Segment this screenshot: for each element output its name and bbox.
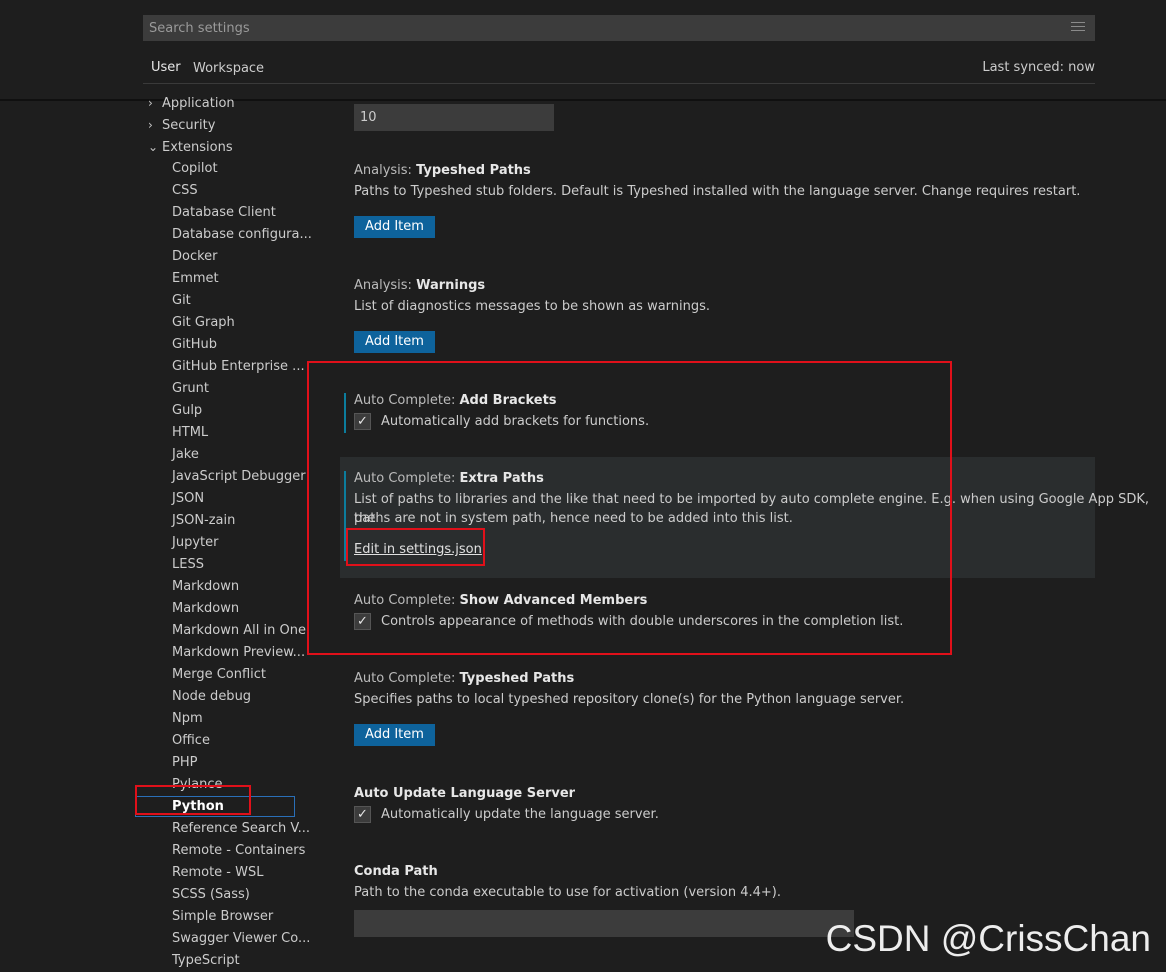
setting-description: Specifies paths to local typeshed reposi… bbox=[354, 692, 905, 707]
filter-list-icon[interactable] bbox=[1071, 22, 1085, 34]
conda-path-input[interactable] bbox=[354, 910, 854, 937]
toc-item-remote-containers-31[interactable]: Remote - Containers bbox=[172, 840, 305, 862]
toc-item-html-12[interactable]: HTML bbox=[172, 422, 208, 444]
toc-item-javascript-debugger-14[interactable]: JavaScript Debugger bbox=[172, 466, 306, 488]
toc-item-gulp-11[interactable]: Gulp bbox=[172, 400, 202, 422]
toc-item-json-15[interactable]: JSON bbox=[172, 488, 204, 510]
chevron-right-icon: › bbox=[148, 96, 153, 110]
toc-item-grunt-10[interactable]: Grunt bbox=[172, 378, 209, 400]
toc-group-extensions[interactable]: ⌄ Extensions bbox=[148, 136, 233, 158]
search-settings-box[interactable] bbox=[143, 15, 1095, 41]
toc-item-git-graph-7[interactable]: Git Graph bbox=[172, 312, 235, 334]
toc-group-security[interactable]: › Security bbox=[148, 114, 215, 136]
toc-item-swagger-viewer-co-35[interactable]: Swagger Viewer Co... bbox=[172, 928, 310, 950]
toc-item-php-27[interactable]: PHP bbox=[172, 752, 197, 774]
tab-workspace[interactable]: Workspace bbox=[193, 61, 264, 76]
toc-item-database-client-2[interactable]: Database Client bbox=[172, 202, 276, 224]
toc-item-markdown-19[interactable]: Markdown bbox=[172, 576, 239, 598]
checkbox-label: Automatically update the language server… bbox=[381, 807, 659, 822]
annotation-box-auto-complete bbox=[307, 361, 952, 655]
toc-item-json-zain-16[interactable]: JSON-zain bbox=[172, 510, 235, 532]
add-item-button[interactable]: Add Item bbox=[354, 216, 435, 238]
toc-item-markdown-20[interactable]: Markdown bbox=[172, 598, 239, 620]
toc-item-github-enterprise-9[interactable]: GitHub Enterprise ... bbox=[172, 356, 305, 378]
toc-item-git-6[interactable]: Git bbox=[172, 290, 191, 312]
toc-item-scss-sass-33[interactable]: SCSS (Sass) bbox=[172, 884, 250, 906]
toc-item-merge-conflict-23[interactable]: Merge Conflict bbox=[172, 664, 266, 686]
toc-item-jupyter-17[interactable]: Jupyter bbox=[172, 532, 218, 554]
check-icon: ✓ bbox=[357, 807, 368, 822]
toc-item-emmet-5[interactable]: Emmet bbox=[172, 268, 219, 290]
toc-item-markdown-preview-22[interactable]: Markdown Preview... bbox=[172, 642, 305, 664]
setting-title-auto-update: Auto Update Language Server bbox=[354, 786, 576, 801]
toc-item-typescript-36[interactable]: TypeScript bbox=[172, 950, 240, 972]
toc-item-database-configura-3[interactable]: Database configura... bbox=[172, 224, 312, 246]
toc-item-github-8[interactable]: GitHub bbox=[172, 334, 217, 356]
setting-title-typeshed-paths: Analysis: Typeshed Paths bbox=[354, 163, 531, 178]
annotation-box-python bbox=[135, 785, 251, 815]
tab-user[interactable]: User bbox=[151, 60, 181, 75]
setting-title-warnings: Analysis: Warnings bbox=[354, 278, 486, 293]
checkbox-auto-update[interactable]: ✓ bbox=[354, 806, 371, 823]
number-input[interactable]: 10 bbox=[354, 104, 554, 131]
add-item-button[interactable]: Add Item bbox=[354, 331, 435, 353]
setting-description: Paths to Typeshed stub folders. Default … bbox=[354, 184, 1081, 199]
chevron-right-icon: › bbox=[148, 118, 153, 132]
sync-status: Last synced: now bbox=[982, 60, 1095, 75]
toc-item-css-1[interactable]: CSS bbox=[172, 180, 198, 202]
toc-item-node-debug-24[interactable]: Node debug bbox=[172, 686, 251, 708]
toc-item-remote-wsl-32[interactable]: Remote - WSL bbox=[172, 862, 263, 884]
setting-title-conda-path: Conda Path bbox=[354, 864, 438, 879]
watermark: CSDN @CrissChan bbox=[825, 918, 1151, 959]
toc-item-docker-4[interactable]: Docker bbox=[172, 246, 218, 268]
setting-description: List of diagnostics messages to be shown… bbox=[354, 299, 711, 314]
add-item-button[interactable]: Add Item bbox=[354, 724, 435, 746]
toc-item-reference-search-v-30[interactable]: Reference Search V... bbox=[172, 818, 310, 840]
toc-item-office-26[interactable]: Office bbox=[172, 730, 210, 752]
setting-title-autocomplete-typeshed-paths: Auto Complete: Typeshed Paths bbox=[354, 671, 575, 686]
toc-group-application[interactable]: › Application bbox=[148, 92, 235, 114]
header-divider bbox=[143, 83, 1095, 84]
setting-description: Path to the conda executable to use for … bbox=[354, 885, 781, 900]
toc-item-jake-13[interactable]: Jake bbox=[172, 444, 199, 466]
toc-item-npm-25[interactable]: Npm bbox=[172, 708, 203, 730]
search-input[interactable] bbox=[143, 15, 1095, 41]
toc-item-copilot-0[interactable]: Copilot bbox=[172, 158, 218, 180]
toc-item-simple-browser-34[interactable]: Simple Browser bbox=[172, 906, 273, 928]
toc-item-markdown-all-in-one-21[interactable]: Markdown All in One bbox=[172, 620, 306, 642]
chevron-down-icon: ⌄ bbox=[148, 140, 159, 154]
toc-item-less-18[interactable]: LESS bbox=[172, 554, 204, 576]
